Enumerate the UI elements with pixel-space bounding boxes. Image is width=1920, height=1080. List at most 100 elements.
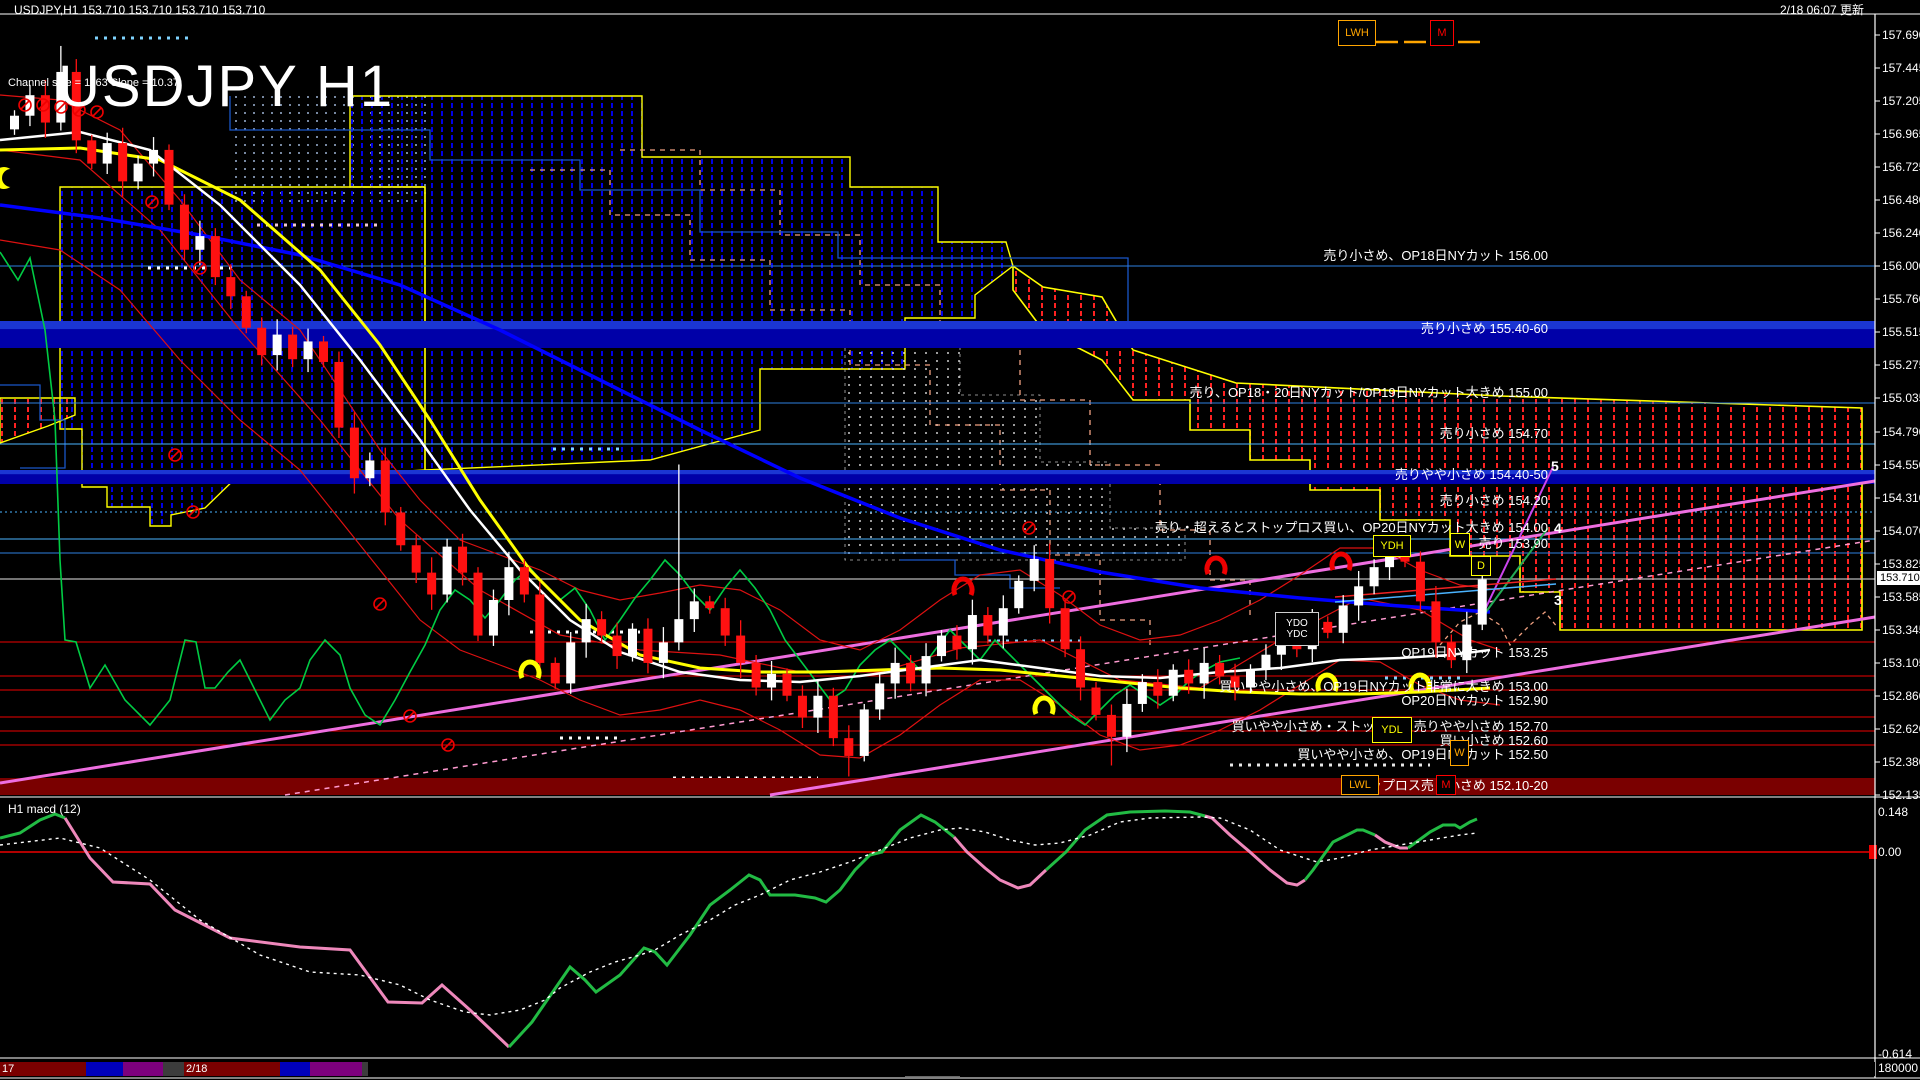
candle (365, 460, 374, 478)
price-axis-label: 157.445 (1882, 62, 1920, 74)
candle (1215, 663, 1224, 677)
chart-object-box: D (1471, 556, 1491, 576)
candle (458, 547, 467, 573)
price-axis-label: 156.240 (1882, 227, 1920, 239)
candle (273, 335, 282, 356)
level-annotation: 売り、OP18・20日NYカット/OP19日NYカット大きめ 155.00 (648, 386, 1548, 399)
candle (334, 362, 343, 428)
price-axis-label: 156.725 (1882, 161, 1920, 173)
candle (721, 608, 730, 635)
price-axis-label: 152.380 (1882, 756, 1920, 768)
candle (180, 205, 189, 250)
wave-count-label: 3 (1554, 592, 1562, 608)
candle (149, 150, 158, 164)
candle (674, 619, 683, 642)
macd-axis-label: -0.614 (1878, 1048, 1912, 1060)
candle (535, 595, 544, 663)
candle (10, 116, 19, 130)
update-timestamp: 2/18 06:07 更新 (1780, 4, 1864, 16)
candle (690, 601, 699, 619)
macd-axis-label: 0.148 (1878, 806, 1908, 818)
candle (288, 335, 297, 360)
chart-object-box: YDL (1372, 717, 1412, 743)
level-annotation: 買いやや小さめ、OP19日NYカット非常に大きめ 153.00 (648, 680, 1548, 693)
price-axis-label: 155.760 (1882, 293, 1920, 305)
macd-axis-label: 0.00 (1878, 846, 1901, 858)
candle (1323, 622, 1332, 633)
price-axis-label: 154.790 (1882, 426, 1920, 438)
candle (257, 328, 266, 355)
chart-object-box: M (1436, 775, 1456, 795)
trading-chart-window: { "header": { "symbol_line": "USDJPY,H1 … (0, 0, 1920, 1080)
timeline-date-label: 17 (2, 1063, 14, 1075)
level-annotation: 売り小さめ 154.70 (648, 427, 1548, 440)
timeline-date-label: 2/18 (186, 1063, 207, 1075)
wave-count-label: 5 (1551, 458, 1559, 474)
chart-object-box: YDH (1373, 535, 1411, 557)
candle (628, 629, 637, 656)
candle (381, 460, 390, 512)
candle (1478, 579, 1487, 624)
price-axis-label: 153.825 (1882, 558, 1920, 570)
candle (319, 341, 328, 362)
candle (999, 608, 1008, 635)
candle (412, 545, 421, 572)
candle (582, 619, 591, 642)
candle (396, 512, 405, 545)
level-annotation: 売り小さめ 154.20 (648, 494, 1548, 507)
price-axis-label: 155.035 (1882, 392, 1920, 404)
price-axis-label: 153.585 (1882, 591, 1920, 603)
candle (968, 615, 977, 649)
level-annotation: OP20日NYカット 152.90 (648, 694, 1548, 707)
candle (1030, 559, 1039, 581)
candle (489, 600, 498, 636)
band-annotation: ストップロス売り小さめ 152.10-20 (648, 779, 1548, 792)
timeline-session-segment (310, 1062, 362, 1076)
macd-panel (0, 811, 1877, 1047)
candle (1061, 608, 1070, 649)
candle (242, 296, 251, 327)
candle (1416, 562, 1425, 602)
macd-signal-line (0, 817, 1477, 1015)
chart-object-box: W (1450, 740, 1469, 766)
price-axis-label: 154.550 (1882, 459, 1920, 471)
timeline-session-segment (362, 1062, 368, 1076)
candle (134, 164, 143, 182)
band-annotation: 売りやや小さめ 154.40-50 (648, 468, 1548, 481)
chart-object-box: LWL (1341, 775, 1379, 795)
channel-info: Channel size = 1163 Slope = 10.37 (8, 78, 179, 89)
macd-axis-label: 180000 (1878, 1062, 1918, 1074)
price-axis-label: 154.070 (1882, 525, 1920, 537)
candle (705, 601, 714, 608)
candle (504, 567, 513, 600)
candle (211, 236, 220, 277)
price-axis-label: 153.105 (1882, 657, 1920, 669)
timeline-session-segment (163, 1062, 184, 1076)
timeline-session-segment (280, 1062, 310, 1076)
candle (520, 567, 529, 594)
candle (87, 140, 96, 163)
candle (165, 150, 174, 205)
price-axis-label: 157.690 (1882, 29, 1920, 41)
price-axis-label: 152.135 (1882, 789, 1920, 801)
candle (350, 428, 359, 479)
timeline-session-segment (86, 1062, 123, 1076)
level-annotation: 売り 153.90 (648, 537, 1548, 550)
level-annotation: 売り・超えるとストップロス買い、OP20日NYカット大きめ 154.00 (648, 521, 1548, 534)
wave-count-label: 4 (1554, 520, 1562, 536)
price-axis-label: 154.310 (1882, 492, 1920, 504)
candle (443, 547, 452, 595)
candle (226, 277, 235, 296)
level-annotation: 買いやや小さめ、OP19日NYカット 152.50 (648, 748, 1548, 761)
candle (597, 619, 606, 635)
candle (118, 143, 127, 181)
macd-panel-label: H1 macd (12) (8, 803, 81, 815)
candle (1045, 559, 1054, 608)
price-axis-label: 156.965 (1882, 128, 1920, 140)
candle (1354, 586, 1363, 605)
ichimoku-clouds (0, 96, 1862, 648)
candle (551, 663, 560, 684)
candle (1014, 581, 1023, 608)
candle (25, 95, 34, 116)
price-axis-label: 153.345 (1882, 624, 1920, 636)
